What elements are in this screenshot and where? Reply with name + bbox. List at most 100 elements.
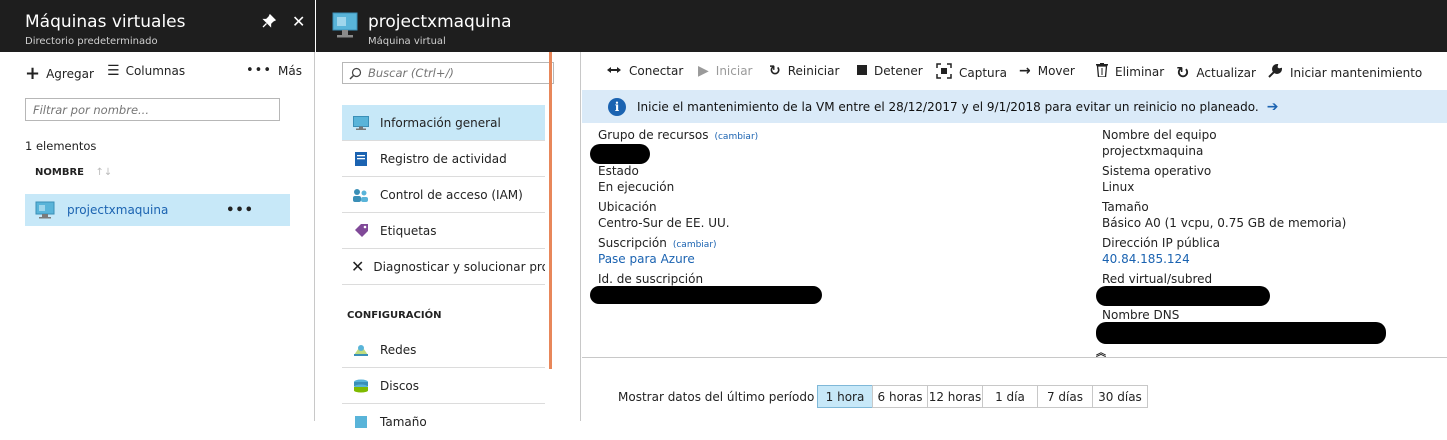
overview-content: Conectar ▶ Iniciar ↻ Reiniciar Detener C… xyxy=(582,52,1447,421)
time-range-7d[interactable]: 7 días xyxy=(1037,385,1093,408)
menu-item-disks[interactable]: Discos xyxy=(342,368,545,404)
activity-log-icon xyxy=(351,151,371,167)
menu-search-input[interactable] xyxy=(368,66,548,80)
menu-item-label: Información general xyxy=(380,115,501,130)
size-icon xyxy=(351,414,371,430)
size-label: Tamaño xyxy=(1102,200,1149,214)
banner-text: Inicie el mantenimiento de la VM entre e… xyxy=(637,99,1259,114)
os-label: Sistema operativo xyxy=(1102,164,1212,178)
pin-icon[interactable] xyxy=(262,13,277,32)
item-count: 1 elementos xyxy=(25,139,97,153)
network-icon xyxy=(351,342,371,358)
start-button[interactable]: ▶ Iniciar xyxy=(698,63,752,79)
connect-icon xyxy=(606,63,622,79)
menu-item-tags[interactable]: Etiquetas xyxy=(342,213,545,249)
columns-button[interactable]: ☰ Columnas xyxy=(107,63,185,79)
refresh-button[interactable]: ↻ Actualizar xyxy=(1176,63,1256,82)
public-ip-link[interactable]: 40.84.185.124 xyxy=(1102,252,1190,266)
close-icon[interactable]: ✕ xyxy=(292,12,305,31)
trash-icon xyxy=(1096,63,1108,81)
time-range-1h[interactable]: 1 hora xyxy=(817,385,873,408)
menu-item-networking[interactable]: Redes xyxy=(342,332,545,368)
maintenance-banner[interactable]: i Inicie el mantenimiento de la VM entre… xyxy=(582,90,1447,123)
connect-label: Conectar xyxy=(629,64,684,78)
tools-icon: ✕ xyxy=(351,257,365,276)
name-column-header[interactable]: NOMBRE ↑↓ xyxy=(35,167,112,178)
more-button[interactable]: ••• Más xyxy=(246,63,302,78)
menu-item-overview[interactable]: Información general xyxy=(342,105,545,141)
add-button[interactable]: + Agregar xyxy=(25,63,94,84)
table-row[interactable]: projectxmaquina ••• xyxy=(25,194,290,226)
sort-icon: ↑↓ xyxy=(95,167,113,178)
menu-scrollbar[interactable] xyxy=(549,52,552,369)
connect-button[interactable]: Conectar xyxy=(606,63,683,79)
location-label: Ubicación xyxy=(598,200,657,214)
columns-label: Columnas xyxy=(125,64,186,78)
arrow-right-icon[interactable]: ➔ xyxy=(1267,99,1279,115)
row-more-icon[interactable]: ••• xyxy=(226,203,254,218)
capture-label: Captura xyxy=(959,66,1007,80)
change-subscription-link[interactable]: (cambiar) xyxy=(673,240,717,250)
label-text: Suscripción xyxy=(598,236,667,250)
wrench-icon xyxy=(1268,63,1283,82)
resource-group-label: Grupo de recursos (cambiar) xyxy=(598,128,758,142)
column-header-label: NOMBRE xyxy=(35,167,84,178)
overview-icon xyxy=(351,115,371,131)
move-button[interactable]: → Mover xyxy=(1019,63,1075,79)
maintenance-button[interactable]: Iniciar mantenimiento xyxy=(1268,63,1422,82)
time-range-label: Mostrar datos del último período de: xyxy=(618,390,838,404)
menu-item-diagnose[interactable]: ✕ Diagnosticar y solucionar pro... xyxy=(342,249,545,285)
blade-subtitle: Máquina virtual xyxy=(368,36,446,47)
vnet-label: Red virtual/subred xyxy=(1102,272,1213,286)
config-section-header: CONFIGURACIÓN xyxy=(347,310,442,321)
vm-name-link[interactable]: projectxmaquina xyxy=(67,203,168,217)
vm-icon xyxy=(332,12,358,43)
time-range-12h[interactable]: 12 horas xyxy=(927,385,983,408)
time-range-1d[interactable]: 1 día xyxy=(982,385,1038,408)
more-label: Más xyxy=(278,63,302,78)
location-value: Centro-Sur de EE. UU. xyxy=(598,216,730,230)
change-resource-group-link[interactable]: (cambiar) xyxy=(714,132,758,142)
start-label: Iniciar xyxy=(715,64,753,78)
maintenance-label: Iniciar mantenimiento xyxy=(1290,65,1423,80)
menu-item-size[interactable]: Tamaño xyxy=(342,404,545,440)
restart-label: Reiniciar xyxy=(787,64,840,78)
delete-button[interactable]: Eliminar xyxy=(1096,63,1164,81)
vm-list-header: Máquinas virtuales Directorio predetermi… xyxy=(0,0,315,52)
stop-label: Detener xyxy=(874,64,923,78)
redacted-value xyxy=(590,286,822,304)
subscription-id-label: Id. de suscripción xyxy=(598,272,704,286)
capture-button[interactable]: Captura xyxy=(936,63,1007,83)
time-range-6h[interactable]: 6 horas xyxy=(872,385,928,408)
blade-title: projectxmaquina xyxy=(368,12,512,32)
menu-item-label: Etiquetas xyxy=(380,223,437,238)
status-value: En ejecución xyxy=(598,180,675,194)
refresh-icon: ↻ xyxy=(1176,63,1190,82)
search-icon xyxy=(349,67,362,80)
vm-detail-header: projectxmaquina Máquina virtual xyxy=(316,0,1447,52)
capture-icon xyxy=(936,63,952,83)
size-value: Básico A0 (1 vcpu, 0.75 GB de memoria) xyxy=(1102,216,1347,230)
os-value: Linux xyxy=(1102,180,1135,194)
disks-icon xyxy=(351,378,371,394)
time-range-30d[interactable]: 30 días xyxy=(1092,385,1148,408)
iam-icon xyxy=(351,187,371,203)
menu-item-label: Tamaño xyxy=(380,415,427,429)
vm-icon xyxy=(35,201,55,219)
stop-icon xyxy=(857,63,867,79)
menu-item-label: Discos xyxy=(380,378,420,393)
stop-button[interactable]: Detener xyxy=(857,63,923,79)
restart-button[interactable]: ↻ Reiniciar xyxy=(769,63,839,79)
redacted-value xyxy=(590,144,650,164)
more-icon: ••• xyxy=(246,63,273,78)
redacted-value xyxy=(1096,286,1270,306)
play-icon: ▶ xyxy=(698,63,709,79)
resource-menu: Información general Registro de activida… xyxy=(316,52,581,429)
menu-search-box[interactable] xyxy=(342,62,554,84)
menu-item-activity-log[interactable]: Registro de actividad xyxy=(342,141,545,177)
menu-item-label: Redes xyxy=(380,342,417,357)
filter-input[interactable] xyxy=(25,98,280,121)
subscription-link[interactable]: Pase para Azure xyxy=(598,252,695,266)
computer-name-value: projectxmaquina xyxy=(1102,144,1204,158)
menu-item-iam[interactable]: Control de acceso (IAM) xyxy=(342,177,545,213)
